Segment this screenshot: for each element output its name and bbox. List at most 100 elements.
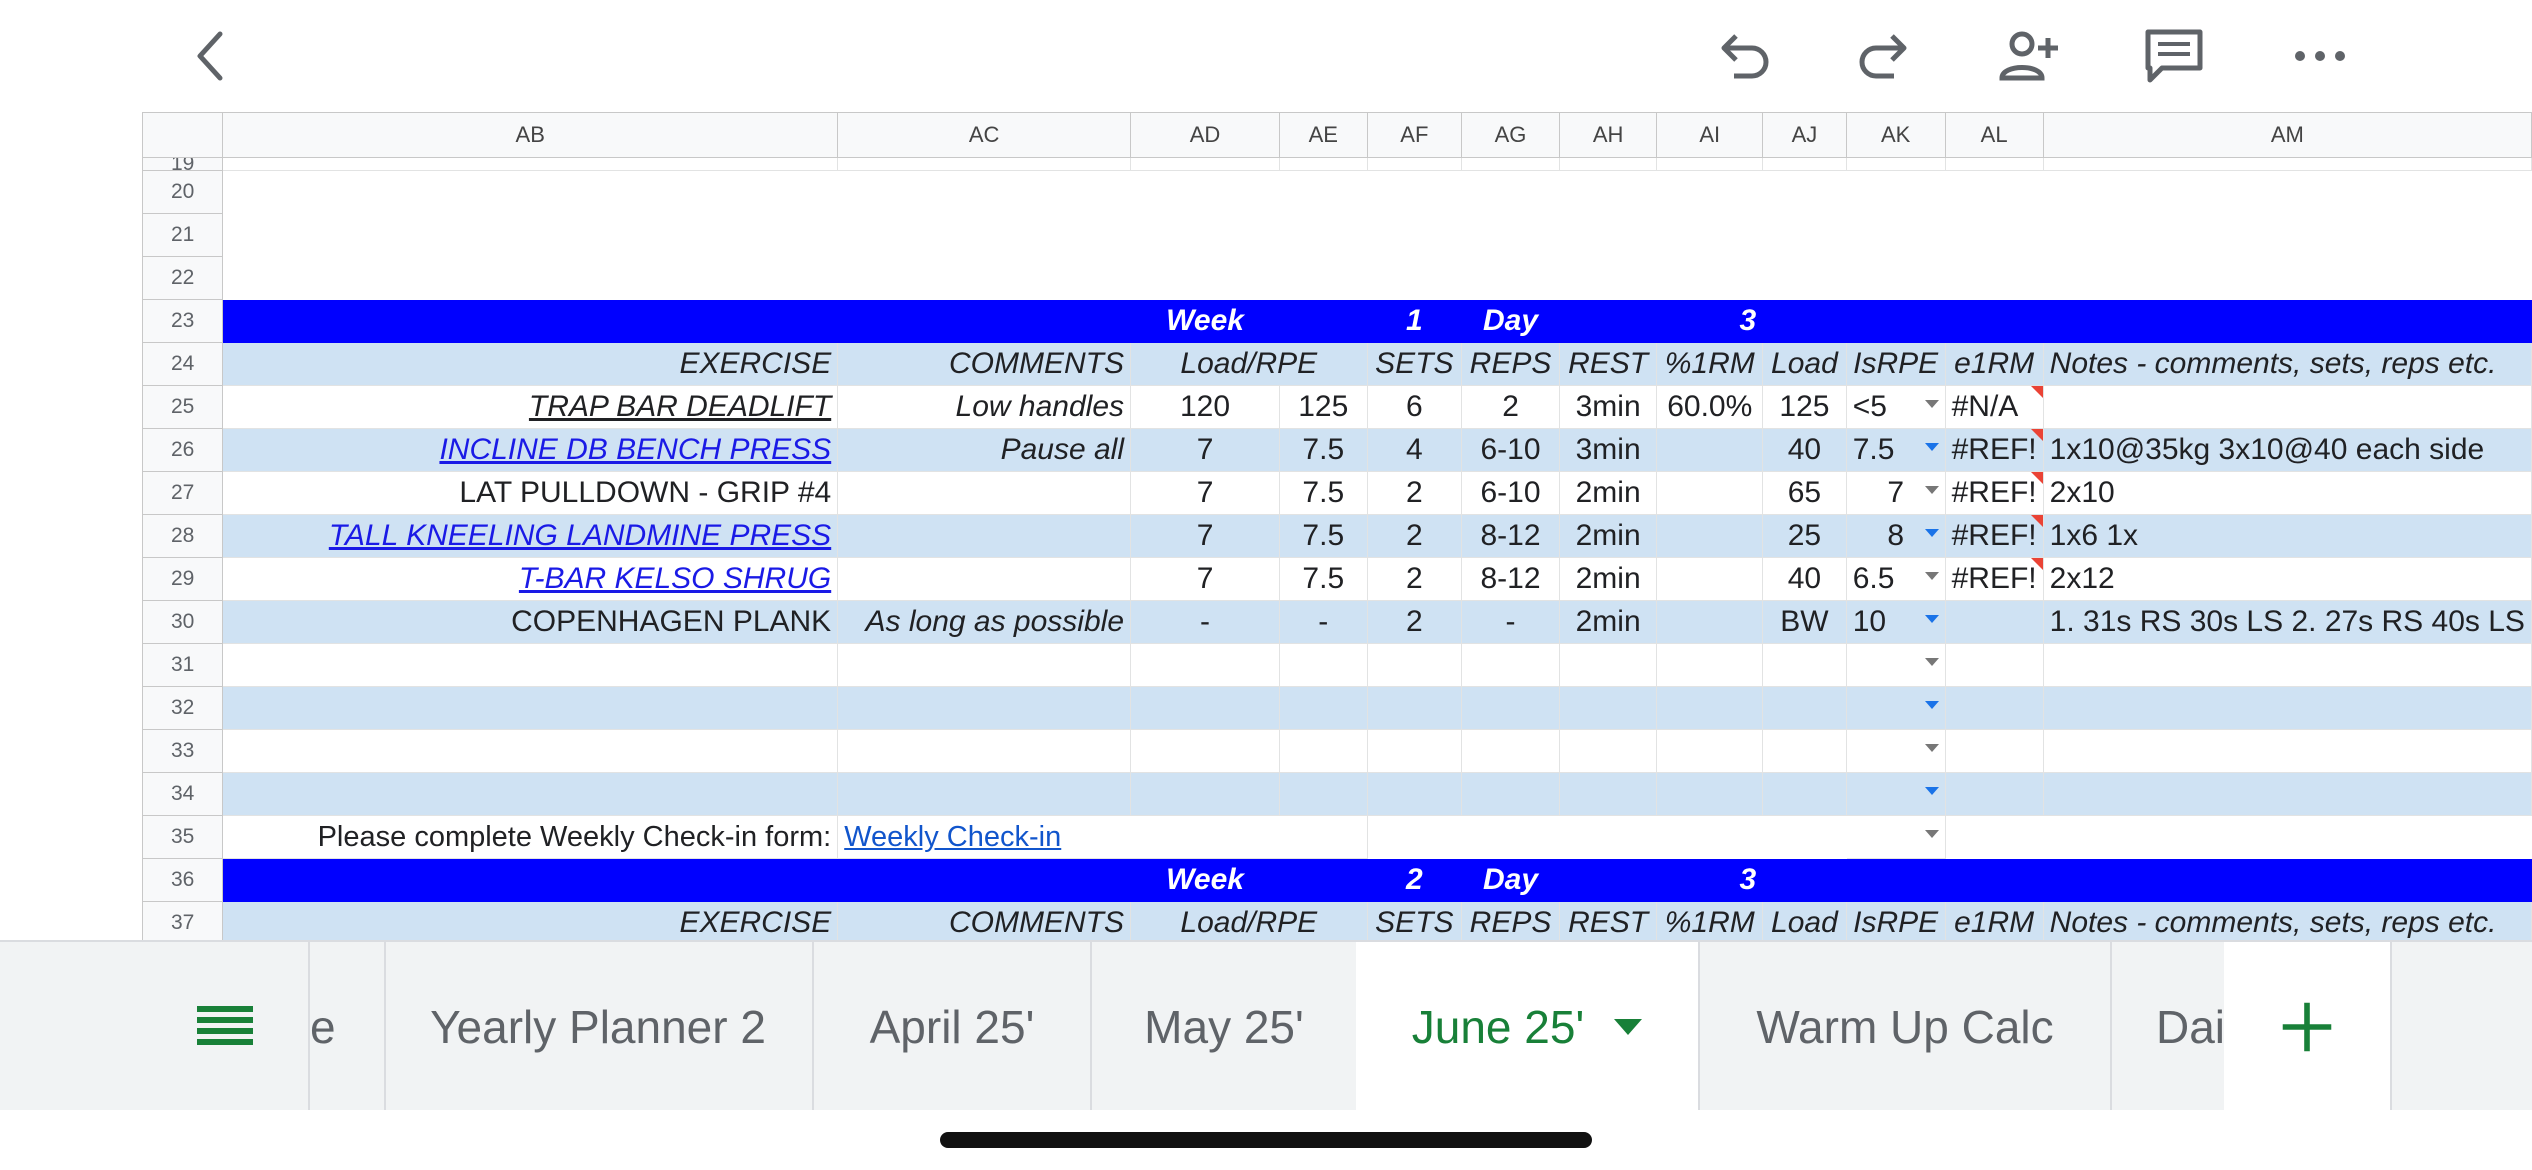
pct-cell[interactable] bbox=[1656, 471, 1764, 515]
rpe-dropdown[interactable] bbox=[1845, 815, 1946, 859]
row-number[interactable]: 30 bbox=[142, 600, 224, 644]
weekly-checkin-link[interactable]: Weekly Check-in bbox=[844, 821, 1061, 853]
chevron-down-icon[interactable] bbox=[1924, 443, 1939, 451]
rpe-dropdown[interactable] bbox=[1845, 686, 1946, 730]
e1rm-cell[interactable]: #REF! bbox=[1944, 471, 2044, 515]
add-person-icon[interactable] bbox=[1992, 24, 2064, 88]
rest-cell[interactable]: 3min bbox=[1558, 385, 1658, 429]
row-number[interactable]: 31 bbox=[142, 643, 224, 687]
col-header-am[interactable]: AM bbox=[2042, 112, 2532, 158]
header-reps[interactable]: REPS bbox=[1461, 342, 1560, 386]
exercise-link[interactable]: TRAP BAR DEADLIFT bbox=[529, 390, 831, 423]
col-header-ab[interactable]: AB bbox=[222, 112, 839, 158]
rest-cell[interactable]: 2min bbox=[1558, 557, 1658, 601]
home-indicator[interactable] bbox=[940, 1132, 1592, 1148]
col-header-ag[interactable]: AG bbox=[1461, 112, 1560, 158]
rest-cell[interactable]: 2min bbox=[1558, 514, 1658, 558]
header-is-rpe[interactable]: IsRPE bbox=[1845, 901, 1946, 940]
load-cell[interactable]: 40 bbox=[1762, 428, 1847, 472]
col-header-ai[interactable]: AI bbox=[1656, 112, 1764, 158]
notes-cell[interactable]: 2x12 bbox=[2042, 557, 2532, 601]
rest-cell[interactable]: 3min bbox=[1558, 428, 1658, 472]
cell[interactable]: 120 bbox=[1130, 385, 1281, 429]
comments-cell[interactable]: Pause all bbox=[837, 428, 1132, 472]
cell[interactable]: - bbox=[1130, 600, 1281, 644]
reps-cell[interactable]: 2 bbox=[1461, 385, 1560, 429]
sets-cell[interactable]: 2 bbox=[1366, 557, 1463, 601]
row-number[interactable]: 33 bbox=[142, 729, 224, 773]
row-number[interactable]: 24 bbox=[142, 342, 224, 386]
rpe-dropdown[interactable]: <5 bbox=[1845, 385, 1946, 429]
load-cell[interactable]: 65 bbox=[1762, 471, 1847, 515]
cell[interactable]: 7.5 bbox=[1279, 557, 1368, 601]
row-number[interactable]: 32 bbox=[142, 686, 224, 730]
pct-cell[interactable] bbox=[1656, 557, 1764, 601]
more-icon[interactable] bbox=[2284, 24, 2356, 88]
cell[interactable]: 7.5 bbox=[1279, 471, 1368, 515]
day-label[interactable]: Day bbox=[1461, 299, 1560, 343]
tab-partial[interactable]: e bbox=[308, 942, 386, 1112]
rest-cell[interactable]: 2min bbox=[1558, 471, 1658, 515]
col-header-ac[interactable]: AC bbox=[837, 112, 1132, 158]
header-pct-1rm[interactable]: %1RM bbox=[1656, 342, 1764, 386]
chevron-down-icon[interactable] bbox=[1924, 787, 1939, 795]
week-number[interactable]: 2 bbox=[1366, 858, 1463, 902]
header-load[interactable]: Load bbox=[1762, 342, 1847, 386]
undo-icon[interactable] bbox=[1708, 24, 1780, 88]
cell[interactable]: 7 bbox=[1130, 557, 1281, 601]
pct-cell[interactable] bbox=[1656, 514, 1764, 558]
day-number[interactable]: 3 bbox=[1656, 299, 1764, 343]
col-header-ak[interactable]: AK bbox=[1845, 112, 1946, 158]
chevron-down-icon[interactable] bbox=[1924, 615, 1939, 623]
exercise-link[interactable]: INCLINE DB BENCH PRESS bbox=[439, 433, 831, 466]
header-comments[interactable]: COMMENTS bbox=[837, 901, 1132, 940]
comments-cell[interactable] bbox=[837, 514, 1132, 558]
exercise-link[interactable]: T-BAR KELSO SHRUG bbox=[519, 562, 831, 595]
sets-cell[interactable]: 4 bbox=[1366, 428, 1463, 472]
corner-cell[interactable] bbox=[142, 112, 224, 158]
row-number[interactable]: 23 bbox=[142, 299, 224, 343]
row-number[interactable]: 26 bbox=[142, 428, 224, 472]
comments-cell[interactable]: Low handles bbox=[837, 385, 1132, 429]
exercise-link[interactable]: TALL KNEELING LANDMINE PRESS bbox=[329, 519, 831, 552]
day-label[interactable]: Day bbox=[1461, 858, 1560, 902]
header-is-rpe[interactable]: IsRPE bbox=[1845, 342, 1946, 386]
pct-cell[interactable] bbox=[1656, 600, 1764, 644]
rest-cell[interactable]: 2min bbox=[1558, 600, 1658, 644]
header-sets[interactable]: SETS bbox=[1366, 342, 1463, 386]
rpe-dropdown[interactable]: 7.5 bbox=[1845, 428, 1946, 472]
header-exercise[interactable]: EXERCISE bbox=[222, 901, 839, 940]
header-load-rpe[interactable]: Load/RPE bbox=[1130, 342, 1368, 386]
rpe-dropdown[interactable] bbox=[1845, 772, 1946, 816]
e1rm-cell[interactable]: #N/A bbox=[1944, 385, 2044, 429]
col-header-al[interactable]: AL bbox=[1944, 112, 2044, 158]
chevron-down-icon[interactable] bbox=[1924, 572, 1939, 580]
header-notes[interactable]: Notes - comments, sets, reps etc. bbox=[2042, 901, 2532, 940]
col-header-aj[interactable]: AJ bbox=[1762, 112, 1847, 158]
tab-yearly-planner[interactable]: Yearly Planner 2 bbox=[384, 942, 814, 1112]
reps-cell[interactable]: 6-10 bbox=[1461, 471, 1560, 515]
spreadsheet-grid[interactable]: AB AC AD AE AF AG AH AI AJ AK AL AM 19 2… bbox=[142, 112, 2532, 940]
tab-warm-up-calc[interactable]: Warm Up Calc bbox=[1700, 942, 2112, 1112]
tab-june-25[interactable]: June 25' bbox=[1356, 942, 1700, 1112]
row-number[interactable]: 21 bbox=[142, 213, 224, 257]
exercise-label[interactable]: COPENHAGEN PLANK bbox=[511, 605, 831, 638]
load-cell[interactable]: BW bbox=[1762, 600, 1847, 644]
header-rest[interactable]: REST bbox=[1558, 901, 1658, 940]
exercise-label[interactable]: LAT PULLDOWN - GRIP #4 bbox=[459, 476, 831, 509]
notes-cell[interactable]: 1. 31s RS 30s LS 2. 27s RS 40s LS bbox=[2042, 600, 2532, 644]
header-pct-1rm[interactable]: %1RM bbox=[1656, 901, 1764, 940]
sets-cell[interactable]: 2 bbox=[1366, 471, 1463, 515]
header-e1rm[interactable]: e1RM bbox=[1944, 901, 2044, 940]
week-label[interactable]: Week bbox=[1130, 858, 1281, 902]
header-reps[interactable]: REPS bbox=[1461, 901, 1560, 940]
header-rest[interactable]: REST bbox=[1558, 342, 1658, 386]
cell[interactable]: 7 bbox=[1130, 471, 1281, 515]
week-label[interactable]: Week bbox=[1130, 299, 1281, 343]
chevron-down-icon[interactable] bbox=[1614, 1019, 1643, 1035]
chevron-down-icon[interactable] bbox=[1924, 744, 1939, 752]
cell[interactable]: 7.5 bbox=[1279, 428, 1368, 472]
pct-cell[interactable]: 60.0% bbox=[1656, 385, 1764, 429]
back-arrow-icon[interactable] bbox=[176, 24, 248, 88]
sets-cell[interactable]: 2 bbox=[1366, 514, 1463, 558]
